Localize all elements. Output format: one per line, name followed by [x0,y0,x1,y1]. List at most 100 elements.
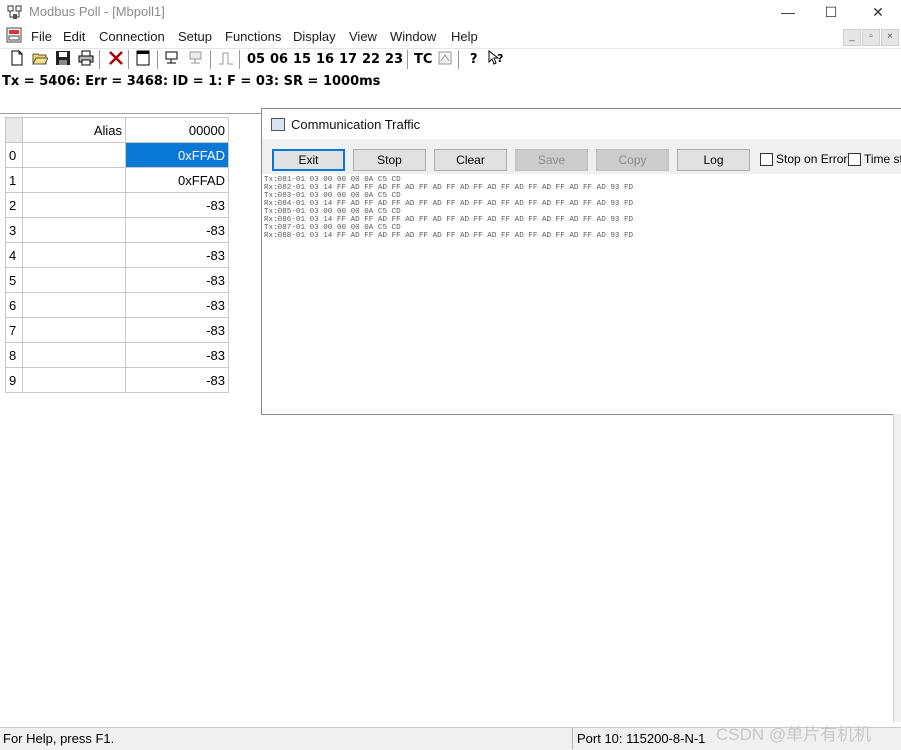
child-close-icon[interactable]: × [881,29,899,46]
stop-button[interactable]: Stop [353,149,426,171]
value-cell[interactable]: -83 [125,367,229,393]
toolbar-separator [458,50,459,69]
traffic-icon[interactable] [436,50,454,68]
menu-setup[interactable]: Setup [178,29,212,44]
table-row[interactable]: 0 0xFFAD [5,142,229,168]
alias-cell[interactable] [22,292,126,318]
alias-cell[interactable] [22,242,126,268]
alias-cell[interactable] [22,367,126,393]
toolbar-separator [210,50,211,69]
divider [0,113,261,114]
document-icon[interactable] [6,27,22,43]
alias-column-header[interactable]: Alias [22,117,126,143]
value-cell[interactable]: -83 [125,192,229,218]
disconnect-icon[interactable] [187,50,205,68]
menu-window[interactable]: Window [390,29,436,44]
fc-06-button[interactable]: 06 [270,52,288,67]
communication-traffic-dialog: Communication Traffic Exit Stop Clear Sa… [261,108,901,415]
alias-cell[interactable] [22,267,126,293]
delete-icon[interactable] [107,50,125,68]
svg-text:?: ? [497,52,503,65]
fc-05-button[interactable]: 05 [247,52,265,67]
connect-icon[interactable] [163,50,181,68]
close-button[interactable]: ✕ [855,0,901,24]
tc-button[interactable]: TC [414,52,432,67]
grid-header-row: Alias 00000 [5,117,229,143]
menu-edit[interactable]: Edit [63,29,85,44]
table-row[interactable]: 5 -83 [5,267,229,293]
menu-functions[interactable]: Functions [225,29,281,44]
maximize-button[interactable]: ☐ [808,0,854,24]
pulse-icon[interactable] [217,50,235,68]
row-index: 0 [5,142,23,168]
menu-connection[interactable]: Connection [99,29,165,44]
value-cell[interactable]: -83 [125,317,229,343]
alias-cell[interactable] [22,217,126,243]
log-line: Rx:082-01 03 14 FF AD FF AD FF AD FF AD … [264,184,634,192]
table-row[interactable]: 3 -83 [5,217,229,243]
window-icon[interactable] [134,50,152,68]
fc-15-button[interactable]: 15 [293,52,311,67]
menu-file[interactable]: File [31,29,52,44]
save-button[interactable]: Save [515,149,588,171]
alias-cell[interactable] [22,317,126,343]
log-line: Tx:085-01 03 00 00 00 0A C5 CD [264,208,401,216]
row-index: 5 [5,267,23,293]
child-minimize-icon[interactable]: _ [843,29,861,46]
table-row[interactable]: 2 -83 [5,192,229,218]
toolbar-separator [407,50,408,69]
value-cell[interactable]: -83 [125,267,229,293]
table-row[interactable]: 9 -83 [5,367,229,393]
value-cell[interactable]: -83 [125,292,229,318]
clear-button[interactable]: Clear [434,149,507,171]
menu-help[interactable]: Help [451,29,478,44]
log-line: Rx:086-01 03 14 FF AD FF AD FF AD FF AD … [264,216,634,224]
help-hint: For Help, press F1. [3,731,115,746]
traffic-log[interactable]: Tx:081-01 03 00 00 00 0A C5 CD Rx:082-01… [262,174,901,414]
alias-cell[interactable] [22,142,126,168]
value-cell-selected[interactable]: 0xFFAD [125,142,229,168]
help-icon[interactable]: ? [465,50,483,68]
value-cell[interactable]: -83 [125,217,229,243]
fc-16-button[interactable]: 16 [316,52,334,67]
print-icon[interactable] [77,50,95,68]
exit-button[interactable]: Exit [272,149,345,171]
menu-display[interactable]: Display [293,29,336,44]
open-folder-icon[interactable] [31,50,49,68]
register-grid[interactable]: Alias 00000 0 0xFFAD 1 0xFFAD 2 -83 3 -8… [5,117,229,393]
alias-cell[interactable] [22,342,126,368]
time-stamp-checkbox[interactable] [848,153,861,166]
new-file-icon[interactable] [8,50,26,68]
status-separator [572,728,573,749]
grid-corner [5,117,23,143]
menu-view[interactable]: View [349,29,377,44]
alias-cell[interactable] [22,192,126,218]
table-row[interactable]: 1 0xFFAD [5,167,229,193]
vertical-scrollbar[interactable] [893,414,901,722]
fc-23-button[interactable]: 23 [385,52,403,67]
value-column-header[interactable]: 00000 [125,117,229,143]
value-cell[interactable]: -83 [125,242,229,268]
port-status: Port 10: 115200-8-N-1 [577,731,706,746]
toolbar-separator [157,50,158,69]
minimize-button[interactable]: — [765,0,811,24]
context-help-icon[interactable]: ? [488,49,506,68]
table-row[interactable]: 6 -83 [5,292,229,318]
table-row[interactable]: 4 -83 [5,242,229,268]
fc-17-button[interactable]: 17 [339,52,357,67]
row-index: 8 [5,342,23,368]
copy-button[interactable]: Copy [596,149,669,171]
value-cell[interactable]: 0xFFAD [125,167,229,193]
row-index: 6 [5,292,23,318]
fc-22-button[interactable]: 22 [362,52,380,67]
stop-on-error-checkbox[interactable] [760,153,773,166]
table-row[interactable]: 8 -83 [5,342,229,368]
table-row[interactable]: 7 -83 [5,317,229,343]
time-stamp-label: Time sta [864,152,901,166]
stop-on-error-label: Stop on Error [776,152,848,166]
save-icon[interactable] [54,50,72,68]
log-button[interactable]: Log [677,149,750,171]
alias-cell[interactable] [22,167,126,193]
value-cell[interactable]: -83 [125,342,229,368]
child-restore-icon[interactable]: ▫ [862,29,880,46]
